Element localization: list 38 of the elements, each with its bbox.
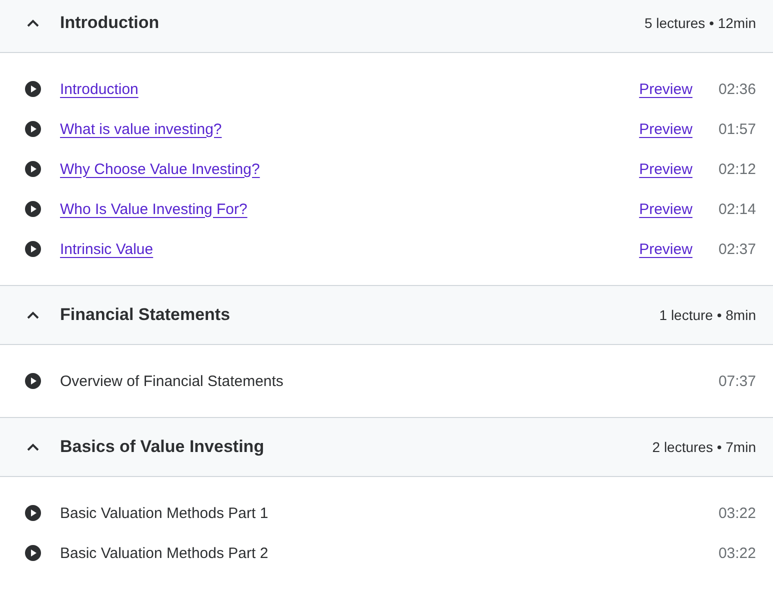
lecture-link[interactable]: Who Is Value Investing For? bbox=[60, 200, 248, 218]
preview-link[interactable]: Preview bbox=[639, 120, 692, 138]
play-icon bbox=[25, 81, 41, 97]
play-icon bbox=[25, 373, 41, 389]
preview-link[interactable]: Preview bbox=[639, 80, 692, 98]
play-icon bbox=[25, 505, 41, 521]
play-icon bbox=[25, 201, 41, 217]
section-header[interactable]: Financial Statements 1 lecture • 8min bbox=[0, 286, 773, 344]
section-summary: 2 lectures • 7min bbox=[652, 439, 756, 455]
lecture-title: Overview of Financial Statements bbox=[60, 372, 284, 390]
section-title: Introduction bbox=[60, 13, 160, 33]
lecture-duration: 03:22 bbox=[718, 544, 756, 562]
preview-link[interactable]: Preview bbox=[639, 200, 692, 218]
section-header[interactable]: Introduction 5 lectures • 12min bbox=[0, 0, 773, 52]
lecture-title: Basic Valuation Methods Part 2 bbox=[60, 544, 268, 562]
lecture-duration: 02:36 bbox=[718, 80, 756, 98]
section-header[interactable]: Basics of Value Investing 2 lectures • 7min bbox=[0, 418, 773, 476]
preview-link[interactable]: Preview bbox=[639, 240, 692, 258]
lecture-link[interactable]: Intrinsic Value bbox=[60, 240, 154, 258]
play-icon bbox=[25, 545, 41, 561]
section-title: Basics of Value Investing bbox=[60, 437, 266, 457]
lecture-duration: 03:22 bbox=[718, 504, 756, 522]
lecture-link[interactable]: Introduction bbox=[60, 80, 138, 98]
lecture-duration: 01:57 bbox=[718, 120, 756, 138]
preview-link[interactable]: Preview bbox=[639, 160, 692, 178]
lecture-duration: 02:37 bbox=[718, 240, 756, 258]
section-summary: 5 lectures • 12min bbox=[644, 15, 756, 31]
lecture-link[interactable]: Why Choose Value Investing? bbox=[60, 160, 260, 178]
section-title: Financial Statements bbox=[60, 305, 232, 325]
play-icon bbox=[25, 241, 41, 257]
lecture-title: Basic Valuation Methods Part 1 bbox=[60, 504, 268, 522]
play-icon bbox=[25, 161, 41, 177]
play-icon bbox=[25, 121, 41, 137]
lecture-duration: 07:37 bbox=[718, 372, 756, 390]
lecture-duration: 02:14 bbox=[718, 200, 756, 218]
lecture-duration: 02:12 bbox=[718, 160, 756, 178]
lecture-link[interactable]: What is value investing? bbox=[60, 120, 222, 138]
section-summary: 1 lecture • 8min bbox=[659, 307, 756, 323]
